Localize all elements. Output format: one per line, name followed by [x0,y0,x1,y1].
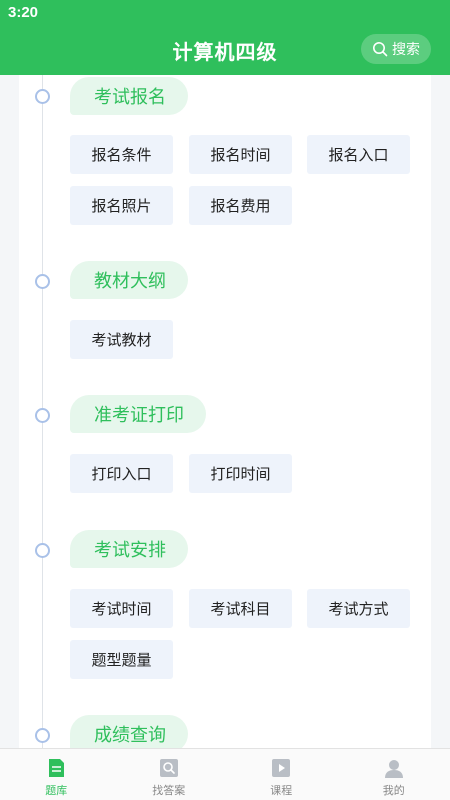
top-app-bar: 3:20 计算机四级 搜索 [0,0,450,75]
chip-exam-textbook[interactable]: 考试教材 [70,320,173,359]
course-play-icon [272,759,291,777]
nav-item-profile[interactable]: 我的 [338,749,450,800]
chip-registration-fee[interactable]: 报名费用 [189,186,292,225]
section-title: 成绩查询 [70,715,188,748]
timeline-dot [35,728,50,743]
content-timeline: 考试报名 报名条件 报名时间 报名入口 报名照片 报名费用 教材大纲 考试教材 … [19,75,431,748]
search-button[interactable]: 搜索 [361,34,431,64]
chip-question-types[interactable]: 题型题量 [70,640,173,679]
timeline-dot [35,408,50,423]
chip-print-time[interactable]: 打印时间 [189,454,292,493]
chip-print-entry[interactable]: 打印入口 [70,454,173,493]
timeline-dot [35,543,50,558]
chip-exam-subjects[interactable]: 考试科目 [189,589,292,628]
timeline-dot [35,89,50,104]
nav-item-label: 我的 [382,784,405,797]
chip-registration-photo[interactable]: 报名照片 [70,186,173,225]
section-title: 教材大纲 [70,261,188,299]
timeline-dot [35,274,50,289]
section-title: 考试安排 [70,530,188,568]
chip-registration-conditions[interactable]: 报名条件 [70,135,173,174]
search-button-label: 搜索 [392,42,420,58]
bottom-navigation: 题库 找答案 课程 我的 [0,748,450,800]
chip-exam-time[interactable]: 考试时间 [70,589,173,628]
section-title: 准考证打印 [70,395,206,433]
section-title: 考试报名 [70,77,188,115]
find-answer-icon [159,759,178,777]
question-bank-icon [49,759,65,777]
chip-registration-entry[interactable]: 报名入口 [307,135,410,174]
nav-item-find-answer[interactable]: 找答案 [113,749,226,800]
nav-item-question-bank[interactable]: 题库 [0,749,113,800]
nav-item-label: 课程 [270,784,293,797]
nav-item-course[interactable]: 课程 [225,749,338,800]
search-icon [373,42,388,57]
nav-item-label: 题库 [45,784,68,797]
chip-exam-method[interactable]: 考试方式 [307,589,410,628]
status-bar-time: 3:20 [8,4,39,21]
profile-icon [384,760,403,778]
chip-registration-time[interactable]: 报名时间 [189,135,292,174]
nav-item-label: 找答案 [152,784,186,797]
